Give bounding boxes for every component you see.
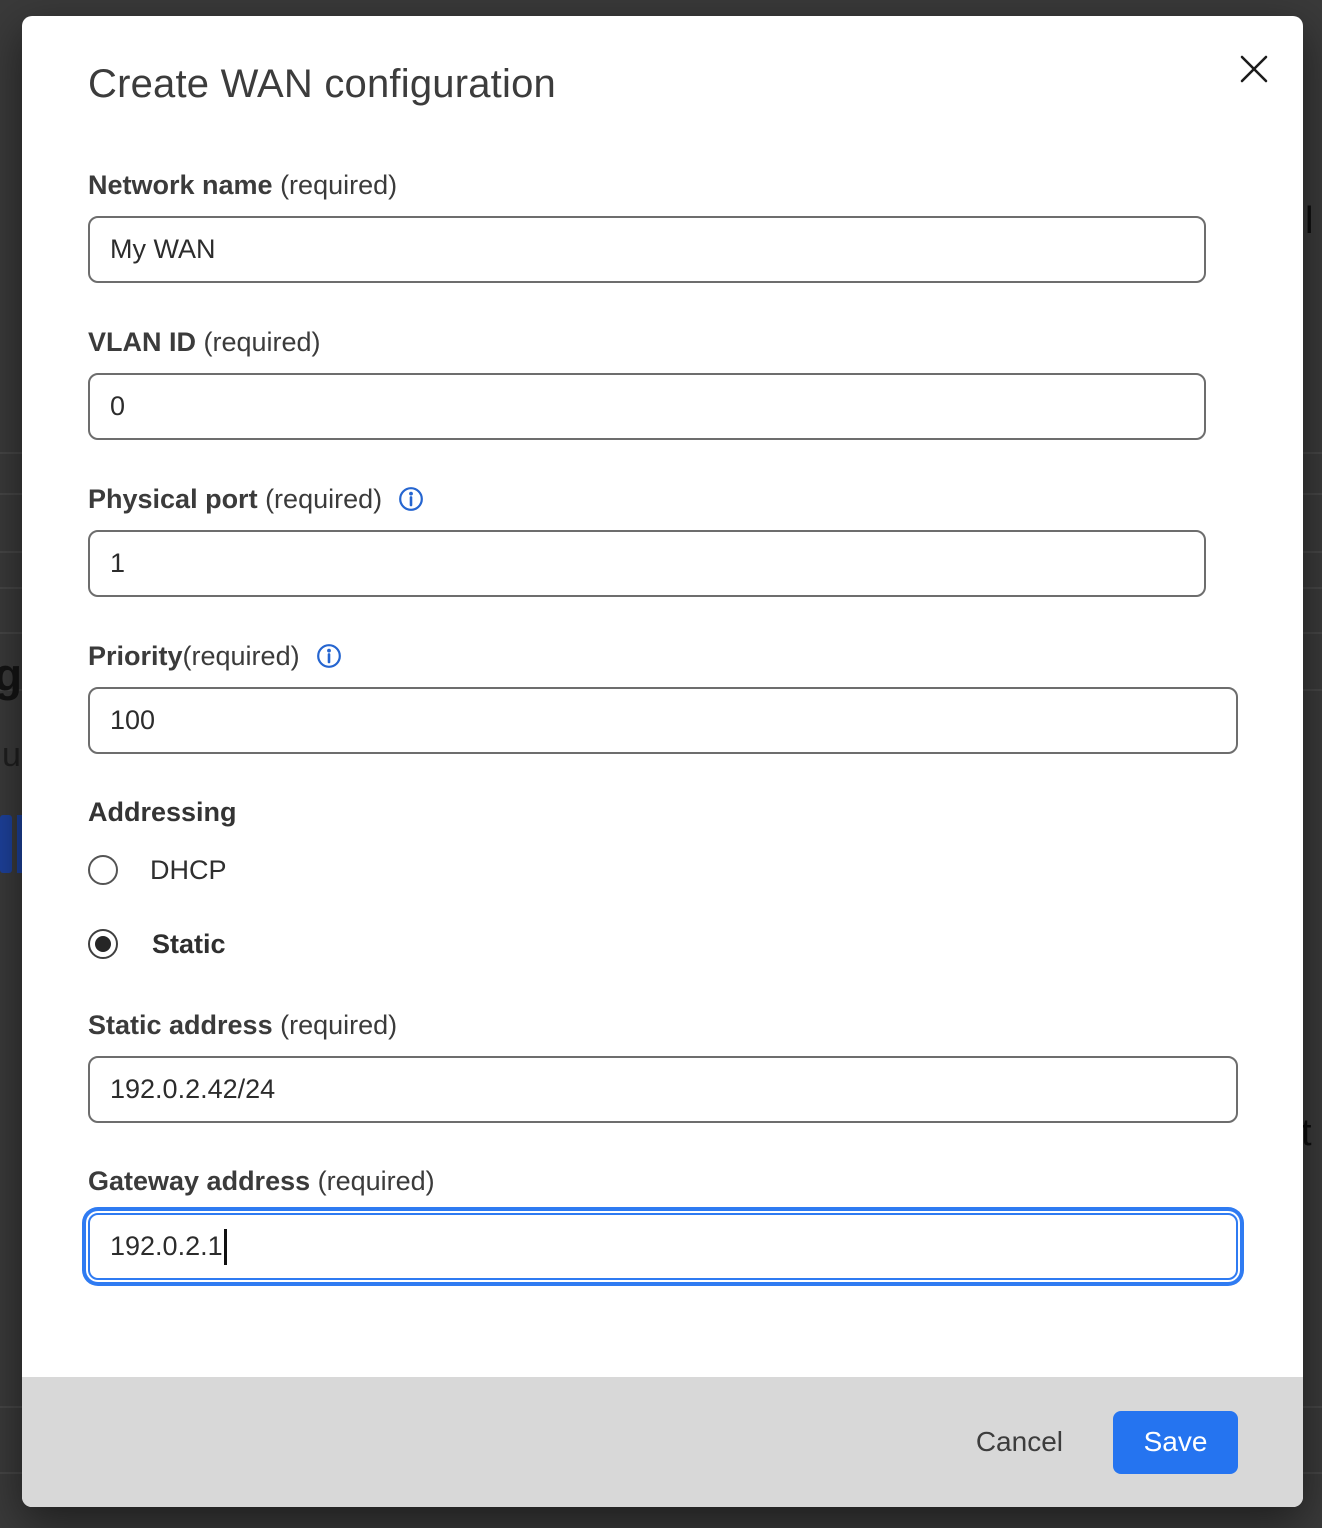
close-icon — [1239, 54, 1269, 84]
dialog-footer: Cancel Save — [22, 1377, 1303, 1507]
vlan-id-label: VLAN ID (required) — [88, 325, 1237, 359]
background-text-fragment: u — [2, 736, 21, 775]
radio-option-dhcp[interactable]: DHCP — [88, 852, 1237, 888]
close-button[interactable] — [1237, 52, 1271, 86]
network-name-input[interactable]: My WAN — [88, 216, 1206, 283]
gateway-address-input[interactable]: 192.0.2.1 — [88, 1213, 1238, 1280]
info-icon[interactable] — [316, 643, 342, 669]
create-wan-configuration-dialog: Create WAN configuration Network name (r… — [22, 16, 1303, 1507]
priority-value: 100 — [110, 705, 155, 736]
dialog-body: Create WAN configuration Network name (r… — [22, 16, 1303, 1377]
radio-label-dhcp: DHCP — [150, 855, 227, 886]
static-address-input[interactable]: 192.0.2.42/24 — [88, 1056, 1238, 1123]
physical-port-input[interactable]: 1 — [88, 530, 1206, 597]
text-cursor — [224, 1229, 227, 1265]
vlan-id-value: 0 — [110, 391, 125, 422]
gateway-address-value: 192.0.2.1 — [110, 1231, 223, 1262]
physical-port-label: Physical port (required) — [88, 482, 1237, 516]
vlan-id-input[interactable]: 0 — [88, 373, 1206, 440]
radio-selected-icon — [88, 929, 118, 959]
dialog-title: Create WAN configuration — [88, 60, 1237, 108]
gateway-address-label: Gateway address (required) — [88, 1164, 1237, 1198]
save-button[interactable]: Save — [1113, 1411, 1238, 1474]
priority-label: Priority(required) — [88, 639, 1237, 673]
priority-input[interactable]: 100 — [88, 687, 1238, 754]
background-blue-button-sliver — [0, 815, 12, 873]
static-address-value: 192.0.2.42/24 — [110, 1074, 275, 1105]
radio-label-static: Static — [152, 929, 226, 960]
cancel-button[interactable]: Cancel — [976, 1416, 1063, 1468]
radio-unselected-icon — [88, 855, 118, 885]
info-icon[interactable] — [398, 486, 424, 512]
physical-port-value: 1 — [110, 548, 125, 579]
static-address-label: Static address (required) — [88, 1008, 1237, 1042]
network-name-label: Network name (required) — [88, 168, 1237, 202]
addressing-heading: Addressing — [88, 795, 1237, 829]
network-name-value: My WAN — [110, 234, 215, 265]
background-text-fragment: l — [1305, 200, 1313, 243]
radio-option-static[interactable]: Static — [88, 926, 1237, 962]
